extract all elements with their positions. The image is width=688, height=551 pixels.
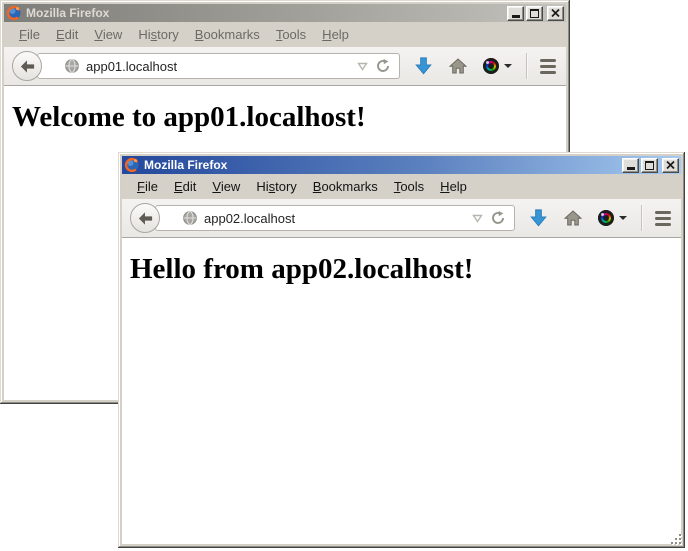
page-heading: Welcome to app01.localhost! [12,101,566,134]
chevron-down-icon[interactable] [353,62,372,71]
url-text[interactable]: app01.localhost [86,59,353,74]
home-icon [564,210,582,226]
download-arrow-icon [415,57,432,75]
menu-bar: FileEditViewHistoryBookmarksToolsHelp [122,174,681,199]
menu-help[interactable]: Help [433,177,474,196]
menu-history[interactable]: History [131,25,185,44]
back-button[interactable] [12,51,42,81]
firefox-logo-icon [124,157,140,173]
titlebar[interactable]: Mozilla Firefox [4,4,566,22]
navigation-toolbar: app01.localhost [4,47,566,86]
back-button[interactable] [130,203,160,233]
minimize-button[interactable] [507,6,524,21]
resize-grip[interactable] [670,533,683,546]
globe-icon [182,210,198,226]
chevron-down-icon[interactable] [468,214,487,223]
firefox-window-app02: Mozilla Firefox FileEditViewHistoryBookm… [118,152,685,548]
window-controls [622,158,679,173]
toolbar-separator [526,53,527,79]
maximize-button[interactable] [526,6,543,21]
maximize-icon [530,9,539,18]
reload-icon [376,59,390,73]
minimize-button[interactable] [622,158,639,173]
color-wheel-icon [483,58,499,74]
desktop: { "desktop": { "background": "#ffffff" }… [0,0,688,551]
url-text[interactable]: app02.localhost [204,211,468,226]
url-bar[interactable]: app01.localhost [37,53,400,79]
menu-bookmarks[interactable]: Bookmarks [188,25,267,44]
menu-edit[interactable]: Edit [49,25,85,44]
reload-icon [491,211,505,225]
page-heading: Hello from app02.localhost! [130,253,681,286]
url-bar[interactable]: app02.localhost [155,205,515,231]
firefox-logo-icon [6,5,22,21]
maximize-button[interactable] [641,158,658,173]
toolbar-separator [641,205,642,231]
menu-view[interactable]: View [205,177,247,196]
caret-down-icon [504,64,512,68]
menu-view[interactable]: View [87,25,129,44]
menu-edit[interactable]: Edit [167,177,203,196]
hamburger-menu-button[interactable] [655,211,671,226]
menu-file[interactable]: File [12,25,47,44]
color-wheel-addon-button[interactable] [483,58,512,74]
download-button[interactable] [415,57,432,75]
back-arrow-icon [137,210,154,227]
back-arrow-icon [19,58,36,75]
window-controls [507,6,564,21]
color-wheel-addon-button[interactable] [598,210,627,226]
minimize-icon [627,167,635,170]
menu-history[interactable]: History [249,177,303,196]
globe-icon [64,58,80,74]
menu-tools[interactable]: Tools [269,25,313,44]
hamburger-menu-button[interactable] [540,59,556,74]
home-icon [449,58,467,74]
minimize-icon [512,15,520,18]
close-button[interactable] [547,6,564,21]
color-wheel-icon [598,210,614,226]
reload-button[interactable] [487,211,509,225]
reload-button[interactable] [372,59,394,73]
caret-down-icon [619,216,627,220]
page-content-app02: Hello from app02.localhost! [122,238,681,544]
home-button[interactable] [564,210,582,226]
window-title: Mozilla Firefox [26,6,109,20]
close-icon [666,161,675,169]
home-button[interactable] [449,58,467,74]
window-title: Mozilla Firefox [144,158,227,172]
titlebar[interactable]: Mozilla Firefox [122,156,681,174]
download-button[interactable] [530,209,547,227]
menu-file[interactable]: File [130,177,165,196]
menu-bookmarks[interactable]: Bookmarks [306,177,385,196]
download-arrow-icon [530,209,547,227]
menu-help[interactable]: Help [315,25,356,44]
close-button[interactable] [662,158,679,173]
close-icon [551,9,560,17]
navigation-toolbar: app02.localhost [122,199,681,238]
maximize-icon [645,161,654,170]
menu-bar: FileEditViewHistoryBookmarksToolsHelp [4,22,566,47]
menu-tools[interactable]: Tools [387,177,431,196]
